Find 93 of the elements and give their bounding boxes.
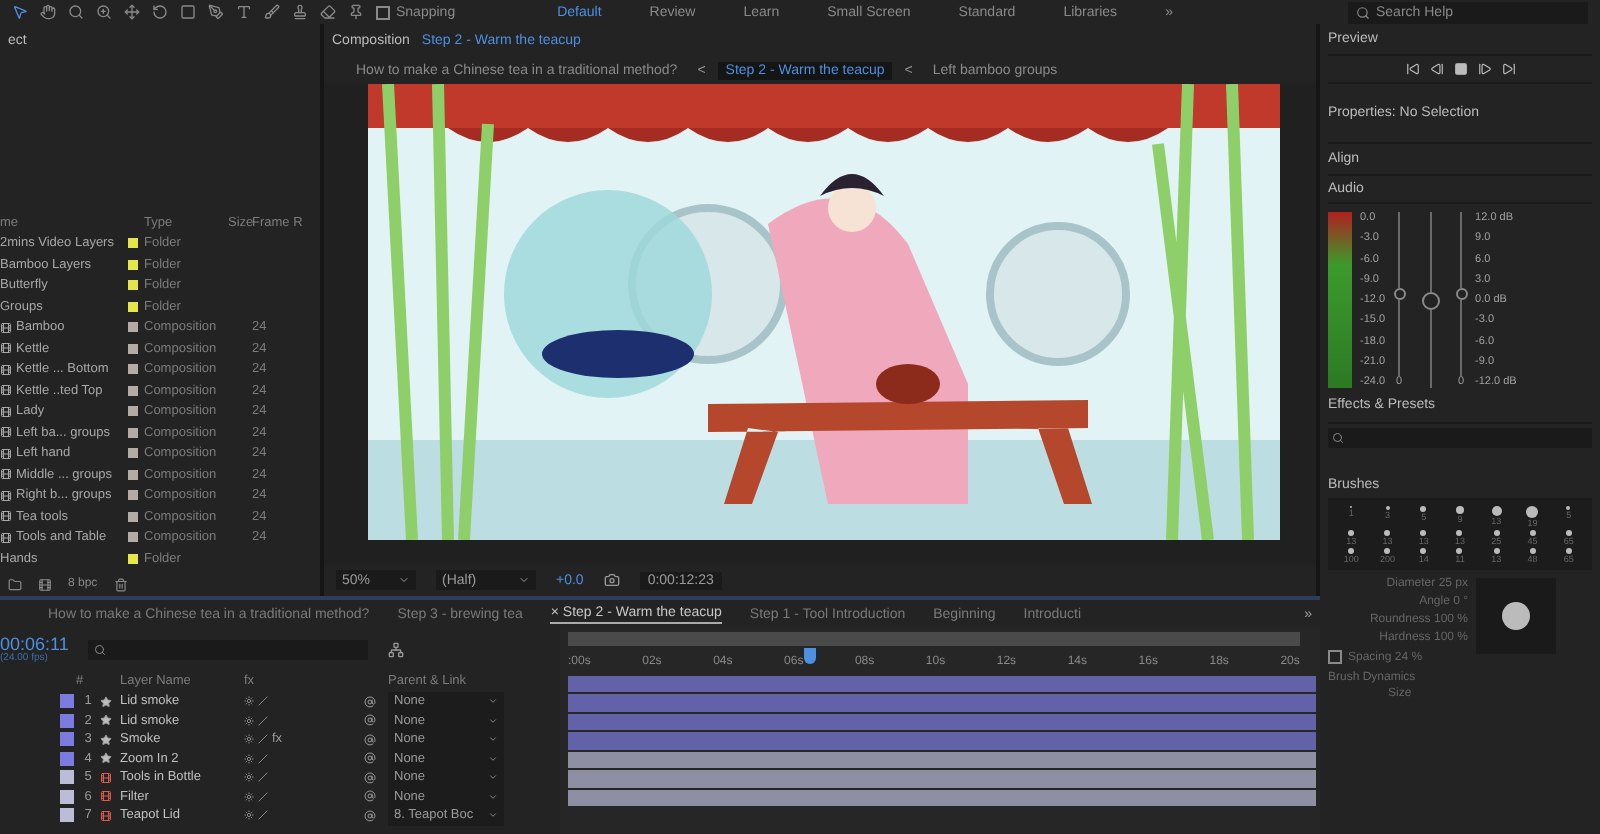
text-icon[interactable] bbox=[236, 4, 252, 20]
layer-color[interactable] bbox=[60, 808, 74, 822]
brush-tip[interactable] bbox=[1348, 548, 1355, 554]
chevron-icon bbox=[398, 574, 410, 586]
hand-icon[interactable] bbox=[40, 4, 56, 20]
brush-tip[interactable] bbox=[1493, 548, 1500, 554]
brush-tip[interactable] bbox=[1456, 548, 1463, 554]
zoom-icon[interactable] bbox=[96, 4, 112, 20]
layer-color[interactable] bbox=[60, 789, 74, 803]
search-icon bbox=[1356, 5, 1370, 19]
brush-tip[interactable] bbox=[1420, 530, 1427, 536]
composition-icon bbox=[0, 531, 12, 544]
composition-icon bbox=[0, 363, 12, 376]
sun-icon[interactable] bbox=[244, 715, 254, 725]
chevron-icon bbox=[518, 574, 530, 586]
eraser-icon[interactable] bbox=[320, 4, 336, 20]
layer-color[interactable] bbox=[60, 694, 74, 708]
brush-tip[interactable] bbox=[1384, 548, 1391, 554]
brush-tip[interactable] bbox=[1529, 548, 1536, 554]
camera-icon[interactable] bbox=[603, 572, 620, 588]
previous-frame-icon[interactable] bbox=[1429, 62, 1443, 76]
spiral-icon[interactable] bbox=[364, 714, 376, 726]
star-icon bbox=[100, 752, 112, 764]
stop-icon[interactable] bbox=[1453, 62, 1467, 76]
pointer-icon[interactable] bbox=[12, 4, 28, 20]
brush-tip[interactable] bbox=[1384, 530, 1391, 536]
composition-icon bbox=[0, 342, 12, 355]
composition-icon bbox=[0, 468, 12, 481]
sun-icon[interactable] bbox=[244, 791, 254, 801]
brush-tip[interactable] bbox=[1420, 548, 1427, 554]
layer-bar[interactable] bbox=[568, 675, 1316, 692]
spiral-icon[interactable] bbox=[364, 771, 376, 783]
brush-tip[interactable] bbox=[1348, 530, 1355, 536]
brush-tip[interactable] bbox=[1529, 530, 1536, 536]
sun-icon[interactable] bbox=[244, 810, 254, 820]
star-icon bbox=[100, 695, 112, 707]
search-icon bbox=[94, 644, 107, 656]
composition-icon bbox=[100, 771, 112, 783]
brush-tip[interactable] bbox=[1420, 506, 1427, 512]
spiral-icon[interactable] bbox=[364, 733, 376, 745]
composition-icon bbox=[0, 405, 12, 418]
playhead[interactable] bbox=[803, 648, 816, 664]
brush-tip[interactable] bbox=[1493, 530, 1500, 536]
composition-icon bbox=[100, 809, 112, 821]
folder-icon[interactable] bbox=[8, 577, 22, 591]
pin-icon[interactable] bbox=[348, 4, 364, 20]
sun-icon[interactable] bbox=[244, 753, 254, 763]
composition-icon[interactable] bbox=[38, 577, 52, 591]
last-frame-icon[interactable] bbox=[1501, 62, 1515, 76]
layer-color[interactable] bbox=[60, 713, 74, 727]
composition-icon bbox=[0, 321, 12, 334]
composition-icon bbox=[0, 384, 12, 397]
layer-color[interactable] bbox=[60, 751, 74, 765]
brush-tip[interactable] bbox=[1565, 548, 1572, 554]
pen-icon[interactable] bbox=[208, 4, 224, 20]
spiral-icon[interactable] bbox=[364, 752, 376, 764]
composition-icon bbox=[0, 447, 12, 460]
next-frame-icon[interactable] bbox=[1477, 62, 1491, 76]
brush-icon[interactable] bbox=[264, 4, 280, 20]
brush-tip[interactable] bbox=[1565, 530, 1572, 536]
effects-search-field[interactable] bbox=[1328, 428, 1592, 448]
layer-bar[interactable] bbox=[568, 789, 1316, 806]
network-icon[interactable] bbox=[388, 642, 405, 658]
composition-icon bbox=[0, 426, 12, 439]
layer-search-field[interactable] bbox=[88, 640, 369, 660]
sun-icon[interactable] bbox=[244, 734, 254, 744]
composition-icon bbox=[0, 510, 12, 523]
brush-tip[interactable] bbox=[1455, 506, 1464, 514]
sun-icon[interactable] bbox=[244, 772, 254, 782]
layer-bar[interactable] bbox=[568, 751, 1316, 768]
composition-icon bbox=[100, 790, 112, 802]
brush-tip bbox=[1502, 602, 1530, 630]
spiral-icon[interactable] bbox=[364, 695, 376, 707]
square-icon[interactable] bbox=[180, 4, 196, 20]
star-icon bbox=[100, 714, 112, 726]
brush-tip[interactable] bbox=[1491, 506, 1502, 516]
spiral-icon[interactable] bbox=[364, 790, 376, 802]
composition-icon bbox=[0, 489, 12, 502]
first-frame-icon[interactable] bbox=[1405, 62, 1419, 76]
stamp-icon[interactable] bbox=[292, 4, 308, 20]
search-icon[interactable] bbox=[68, 4, 84, 20]
star-icon bbox=[100, 733, 112, 745]
layer-color[interactable] bbox=[60, 770, 74, 784]
current-time[interactable]: 00:06:11 bbox=[0, 636, 69, 654]
layer-bar[interactable] bbox=[568, 713, 1316, 730]
sun-icon[interactable] bbox=[244, 696, 254, 706]
rotate-icon[interactable] bbox=[152, 4, 168, 20]
move-icon[interactable] bbox=[124, 4, 140, 20]
search-icon bbox=[1332, 432, 1344, 444]
spiral-icon[interactable] bbox=[364, 809, 376, 821]
trash-icon[interactable] bbox=[113, 577, 128, 591]
brush-tip[interactable] bbox=[1456, 530, 1463, 536]
layer-color[interactable] bbox=[60, 732, 74, 746]
